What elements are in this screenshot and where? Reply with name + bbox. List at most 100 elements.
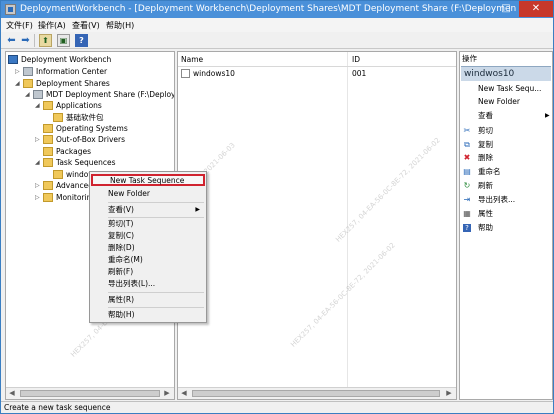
help-icon: ? xyxy=(463,224,471,232)
folder-icon xyxy=(43,181,53,190)
context-export-list[interactable]: 导出列表(L)... xyxy=(91,278,205,290)
context-help[interactable]: 帮助(H) xyxy=(91,309,205,321)
action-copy[interactable]: ⧉ 复制 xyxy=(460,139,552,151)
action-help[interactable]: ? 帮助 xyxy=(460,222,552,234)
action-rename[interactable]: ▤ 重命名 xyxy=(460,166,552,178)
list-row-name[interactable]: windows10 xyxy=(193,68,235,80)
context-refresh[interactable]: 刷新(F) xyxy=(91,266,205,278)
export-icon: ⇥ xyxy=(463,195,471,204)
task-sequence-icon xyxy=(181,69,190,78)
context-menu: New Task Sequence New Folder 查看(V) ▶ 剪切(… xyxy=(89,171,207,323)
action-properties[interactable]: ▦ 属性 xyxy=(460,208,552,220)
tree-node-monitoring[interactable]: ▷ Monitoring xyxy=(35,192,96,203)
list-row-id[interactable]: 001 xyxy=(352,68,366,80)
collapse-arrow-icon[interactable]: ◢ xyxy=(35,100,42,111)
tree-node-task-sequences[interactable]: ◢ Task Sequences xyxy=(35,157,174,168)
toolbar-separator xyxy=(34,34,35,47)
tree-node-info-center[interactable]: ▷ Information Center xyxy=(15,66,174,77)
expand-arrow-icon[interactable]: ▷ xyxy=(35,180,42,191)
submenu-arrow-icon: ▶ xyxy=(545,112,550,119)
folder-icon xyxy=(43,158,53,167)
help-icon[interactable]: ? xyxy=(75,34,88,47)
app-icon xyxy=(5,4,16,15)
collapse-arrow-icon[interactable]: ◢ xyxy=(35,157,42,168)
tree-node-workbench[interactable]: Deployment Workbench xyxy=(8,54,168,65)
header-divider xyxy=(178,66,456,67)
scroll-thumb[interactable] xyxy=(192,390,440,397)
workbench-icon xyxy=(8,55,18,64)
column-header-name[interactable]: Name xyxy=(181,54,203,66)
action-cut[interactable]: ✂ 剪切 xyxy=(460,125,552,137)
context-view[interactable]: 查看(V) ▶ xyxy=(91,204,205,216)
status-bar: Create a new task sequence xyxy=(1,401,553,413)
folder-icon xyxy=(43,135,53,144)
tree-node-app-sub[interactable]: 基础软件包 xyxy=(45,112,174,123)
context-delete[interactable]: 删除(D) xyxy=(91,242,205,254)
minimize-button[interactable]: – xyxy=(467,1,493,17)
context-new-folder[interactable]: New Folder xyxy=(91,188,205,200)
tree-horizontal-scrollbar[interactable]: ◀ ▶ xyxy=(6,387,174,399)
folder-icon xyxy=(53,113,63,122)
share-icon xyxy=(33,90,43,99)
actions-pane: 操作 windwos10 New Task Sequ... New Folder… xyxy=(459,51,553,400)
menu-view[interactable]: 查看(V) xyxy=(72,20,100,31)
tree-node-drivers[interactable]: ▷ Out-of-Box Drivers xyxy=(35,134,174,145)
forward-arrow-icon[interactable]: ➡ xyxy=(19,34,32,47)
scroll-right-icon[interactable]: ▶ xyxy=(443,388,455,399)
expand-arrow-icon[interactable]: ▷ xyxy=(35,192,42,203)
properties-icon: ▦ xyxy=(463,209,471,218)
menu-file[interactable]: 文件(F) xyxy=(6,20,33,31)
window-title: DeploymentWorkbench - [Deployment Workbe… xyxy=(20,4,517,14)
expand-arrow-icon[interactable]: ▷ xyxy=(15,66,22,77)
context-copy[interactable]: 复制(C) xyxy=(91,230,205,242)
column-header-id[interactable]: ID xyxy=(352,54,360,66)
scroll-left-icon[interactable]: ◀ xyxy=(6,388,18,399)
close-button[interactable]: ✕ xyxy=(519,1,553,17)
tree-node-deployment-shares[interactable]: ◢ Deployment Shares xyxy=(15,78,174,89)
menu-separator xyxy=(108,202,204,203)
action-delete[interactable]: ✖ 删除 xyxy=(460,152,552,164)
tree-node-operating-systems[interactable]: Operating Systems xyxy=(35,123,174,134)
tree-node-applications[interactable]: ◢ Applications xyxy=(35,100,174,111)
scroll-left-icon[interactable]: ◀ xyxy=(178,388,190,399)
scroll-thumb[interactable] xyxy=(20,390,160,397)
menu-bar: 文件(F) 操作(A) 查看(V) 帮助(H) xyxy=(1,18,553,32)
folder-icon xyxy=(43,101,53,110)
expand-arrow-icon[interactable]: ▷ xyxy=(35,134,42,145)
up-level-icon[interactable]: ⬆ xyxy=(39,34,52,47)
result-list: Name ID windows10 001 ◀ ▶ xyxy=(177,51,457,400)
actions-section-title[interactable]: windwos10 xyxy=(461,66,551,81)
scroll-right-icon[interactable]: ▶ xyxy=(161,388,173,399)
collapse-arrow-icon[interactable]: ◢ xyxy=(25,89,32,100)
toolbar: ⬅ ➡ ⬆ ▣ ? xyxy=(1,32,553,49)
list-horizontal-scrollbar[interactable]: ◀ ▶ xyxy=(178,387,456,399)
action-new-task-sequence[interactable]: New Task Sequ... xyxy=(460,83,552,95)
collapse-arrow-icon[interactable]: ◢ xyxy=(15,78,22,89)
column-divider xyxy=(347,52,348,399)
maximize-button[interactable]: □ xyxy=(493,1,519,17)
tree-node-packages[interactable]: Packages xyxy=(35,146,174,157)
menu-action[interactable]: 操作(A) xyxy=(38,20,66,31)
refresh-icon: ↻ xyxy=(463,181,471,190)
show-hide-tree-icon[interactable]: ▣ xyxy=(57,34,70,47)
context-cut[interactable]: 剪切(T) xyxy=(91,218,205,230)
folder-icon xyxy=(53,170,63,179)
tree-node-advanced[interactable]: ▷ Advanced xyxy=(35,180,95,191)
back-arrow-icon[interactable]: ⬅ xyxy=(5,34,18,47)
action-export-list[interactable]: ⇥ 导出列表... xyxy=(460,194,552,206)
action-refresh[interactable]: ↻ 刷新 xyxy=(460,180,552,192)
action-view[interactable]: 查看 ▶ xyxy=(460,110,552,122)
context-properties[interactable]: 属性(R) xyxy=(91,294,205,306)
mmc-window: DeploymentWorkbench - [Deployment Workbe… xyxy=(0,0,554,414)
context-new-task-sequence[interactable]: New Task Sequence xyxy=(91,174,205,186)
folder-icon xyxy=(43,193,53,202)
delete-icon: ✖ xyxy=(463,153,471,162)
title-bar[interactable]: DeploymentWorkbench - [Deployment Workbe… xyxy=(1,1,553,18)
folder-icon xyxy=(43,124,53,133)
context-rename[interactable]: 重命名(M) xyxy=(91,254,205,266)
folder-icon xyxy=(43,147,53,156)
tree-node-mdt-share[interactable]: ◢ MDT Deployment Share (F:\Deployme xyxy=(25,89,174,100)
action-new-folder[interactable]: New Folder xyxy=(460,96,552,108)
menu-help[interactable]: 帮助(H) xyxy=(106,20,134,31)
info-center-icon xyxy=(23,67,33,76)
